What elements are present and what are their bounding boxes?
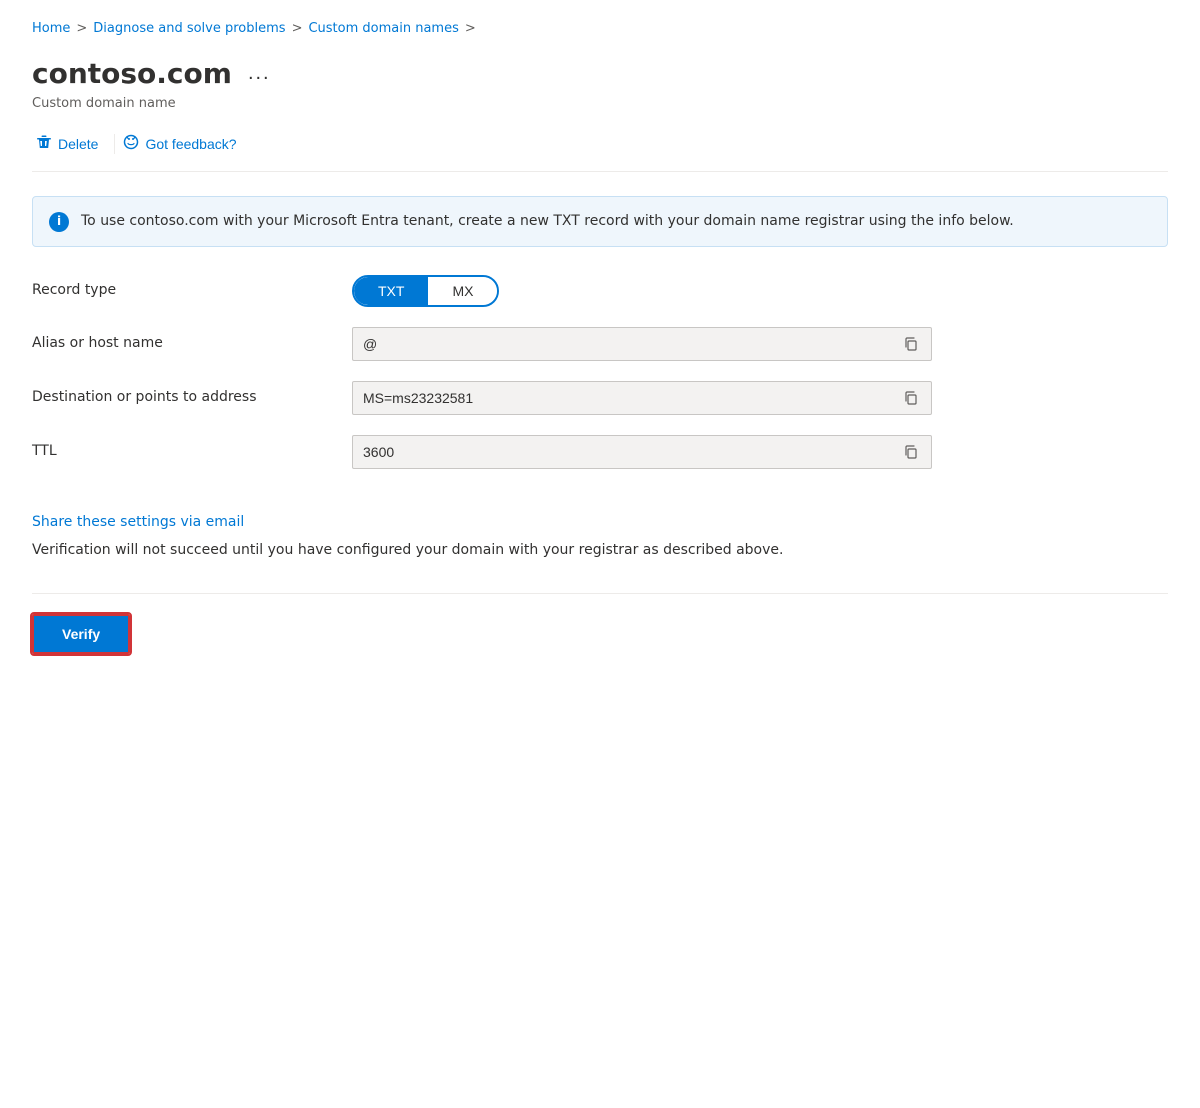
breadcrumb-custom[interactable]: Custom domain names bbox=[308, 20, 458, 38]
delete-button[interactable]: Delete bbox=[32, 130, 110, 159]
toggle-mx[interactable]: MX bbox=[428, 277, 497, 305]
page-container: Home > Diagnose and solve problems > Cus… bbox=[0, 0, 1200, 694]
record-type-label: Record type bbox=[32, 281, 352, 301]
share-email-link[interactable]: Share these settings via email bbox=[32, 513, 1168, 533]
alias-input[interactable] bbox=[363, 336, 901, 352]
copy-icon bbox=[903, 336, 919, 352]
info-text: To use contoso.com with your Microsoft E… bbox=[81, 211, 1014, 232]
alias-label: Alias or host name bbox=[32, 334, 352, 354]
copy-icon bbox=[903, 390, 919, 406]
ttl-label: TTL bbox=[32, 442, 352, 462]
breadcrumb-diagnose[interactable]: Diagnose and solve problems bbox=[93, 20, 285, 38]
destination-label: Destination or points to address bbox=[32, 388, 352, 408]
verify-button[interactable]: Verify bbox=[32, 614, 130, 654]
destination-row: Destination or points to address bbox=[32, 381, 1168, 415]
page-title: contoso.com bbox=[32, 54, 232, 93]
ttl-copy-button[interactable] bbox=[901, 442, 921, 462]
alias-control bbox=[352, 327, 932, 361]
toolbar-divider bbox=[114, 134, 115, 154]
page-title-row: contoso.com ... bbox=[32, 54, 1168, 93]
alias-row: Alias or host name bbox=[32, 327, 1168, 361]
breadcrumb-separator-3: > bbox=[465, 20, 476, 38]
toggle-txt[interactable]: TXT bbox=[354, 277, 428, 305]
destination-input-group bbox=[352, 381, 932, 415]
destination-input[interactable] bbox=[363, 390, 901, 406]
breadcrumb-separator-2: > bbox=[292, 20, 303, 38]
delete-label: Delete bbox=[58, 136, 98, 152]
trash-icon bbox=[36, 134, 52, 155]
form-section: Record type TXT MX Alias or host name bbox=[32, 275, 1168, 513]
ttl-control bbox=[352, 435, 932, 469]
ttl-input-group bbox=[352, 435, 932, 469]
ellipsis-button[interactable]: ... bbox=[242, 60, 277, 87]
ttl-row: TTL bbox=[32, 435, 1168, 469]
breadcrumb-separator-1: > bbox=[76, 20, 87, 38]
feedback-button[interactable]: Got feedback? bbox=[119, 130, 248, 159]
info-icon: i bbox=[49, 212, 69, 232]
feedback-label: Got feedback? bbox=[145, 136, 236, 152]
breadcrumb-home[interactable]: Home bbox=[32, 20, 70, 38]
alias-input-group bbox=[352, 327, 932, 361]
page-subtitle: Custom domain name bbox=[32, 95, 1168, 113]
copy-icon bbox=[903, 444, 919, 460]
destination-copy-button[interactable] bbox=[901, 388, 921, 408]
info-banner: i To use contoso.com with your Microsoft… bbox=[32, 196, 1168, 247]
record-type-control: TXT MX bbox=[352, 275, 932, 307]
toggle-group: TXT MX bbox=[352, 275, 499, 307]
alias-copy-button[interactable] bbox=[901, 334, 921, 354]
record-type-row: Record type TXT MX bbox=[32, 275, 1168, 307]
destination-control bbox=[352, 381, 932, 415]
feedback-icon bbox=[123, 134, 139, 155]
breadcrumb: Home > Diagnose and solve problems > Cus… bbox=[32, 20, 1168, 38]
verification-note: Verification will not succeed until you … bbox=[32, 540, 1168, 561]
ttl-input[interactable] bbox=[363, 444, 901, 460]
page-footer: Verify bbox=[32, 593, 1168, 654]
toolbar: Delete Got feedback? bbox=[32, 130, 1168, 172]
